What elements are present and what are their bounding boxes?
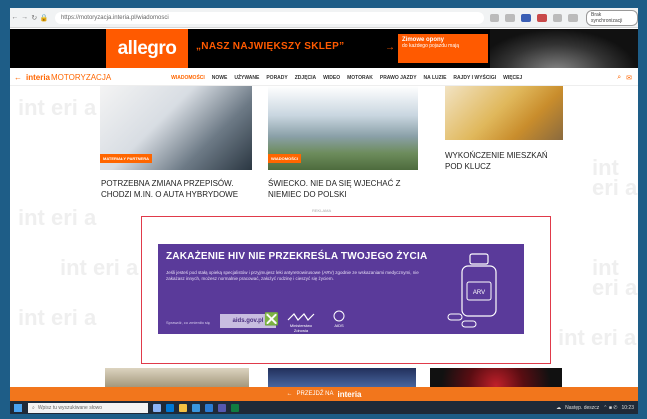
promo-text: do każdego pojazdu mają	[402, 43, 459, 49]
interia-watermark: int eri a	[18, 95, 97, 120]
teams-icon[interactable]	[218, 403, 226, 412]
ministry-logo: Ministerstwo Zdrowia	[286, 312, 316, 333]
system-tray: ☁ Następ. deszcz ⌃ ■ ✆ 10:23	[556, 405, 634, 411]
aids-logo: AIDS	[328, 310, 350, 330]
search-icon: ⌕	[32, 404, 35, 411]
banner-slogan: „NASZ NAJWIĘKSZY SKLEP”	[196, 41, 345, 52]
interia-watermark: int eri a	[60, 255, 139, 280]
go-to-interia-bar[interactable]: ← PRZEJDŹ NA interia	[10, 387, 638, 401]
interia-watermark: int eri a	[558, 325, 637, 350]
collections-icon[interactable]	[568, 13, 578, 22]
nav-back-icon[interactable]: ←	[14, 73, 22, 82]
ministry-logo-text: Ministerstwo Zdrowia	[289, 323, 313, 333]
extension-icon[interactable]	[505, 13, 516, 22]
store-icon[interactable]	[192, 403, 200, 412]
bar-text: PRZEJDŹ NA	[296, 391, 334, 397]
interia-watermark: int eri a	[18, 305, 97, 330]
nav-menu: WIADOMOŚCI NOWE UŻYWANE PORADY ZDJĘCIA W…	[171, 75, 522, 81]
ad-check-label: Sprawdź, co zmieniło się	[166, 320, 211, 325]
nav-item-na-luzie[interactable]: NA LUZIE	[424, 75, 447, 81]
nav-item-rajdy[interactable]: RAJDY I WYŚCIGI	[453, 75, 496, 81]
edge-icon[interactable]	[166, 403, 174, 412]
bottle-label: ARV	[473, 290, 485, 296]
article-tag: WIADOMOŚCI	[268, 154, 301, 163]
section-name[interactable]: MOTORYZACJA	[51, 73, 111, 82]
weather-icon[interactable]: ☁	[556, 405, 561, 411]
article-title[interactable]: ŚWIECKO. NIE DA SIĘ WJECHAĆ Z NIEMIEC DO…	[268, 178, 418, 200]
red-ribbon-icon: ❎	[264, 312, 279, 326]
hiv-awareness-ad[interactable]: ZAKAŻENIE HIV NIE PRZEKREŚLA TWOJEGO ŻYC…	[158, 244, 524, 334]
banner-arrow-icon: →	[385, 42, 395, 53]
mail-icon[interactable]: ✉	[626, 74, 632, 82]
search-icon[interactable]: ⌕	[617, 74, 621, 82]
interia-logo[interactable]: interia	[26, 73, 50, 82]
banner-promo-box[interactable]: Zimowe opony do każdego pojazdu mają	[398, 34, 488, 63]
article-tag: MATERIAŁY PARTNERA	[100, 154, 152, 163]
aids-logo-text: AIDS	[334, 323, 344, 328]
back-icon[interactable]: ←	[10, 14, 20, 21]
sync-button[interactable]: Brak synchronizacji	[586, 9, 638, 26]
interia-watermark: int eri a	[592, 255, 638, 300]
nav-item-wiecej[interactable]: WIĘCEJ	[503, 75, 522, 81]
ad-body-text: Jeśli jesteś pod stałą opieką specjalist…	[166, 270, 419, 281]
extension-icon[interactable]	[489, 13, 500, 22]
allegro-logo[interactable]: allegro	[106, 29, 188, 68]
nav-item-uzywane[interactable]: UŻYWANE	[234, 75, 259, 81]
pills-icon	[447, 313, 477, 328]
article-title[interactable]: POTRZEBNA ZMIANA PRZEPISÓW. CHODZI M.IN.…	[101, 178, 251, 200]
bar-brand: interia	[337, 389, 362, 399]
nav-item-wiadomosci[interactable]: WIADOMOŚCI	[171, 75, 205, 81]
weather-text[interactable]: Następ. deszcz	[565, 405, 599, 411]
extension-icon[interactable]	[521, 13, 531, 22]
reload-icon[interactable]: ↻	[29, 14, 39, 22]
tire-image	[490, 29, 638, 68]
nav-item-motorak[interactable]: MOTORAK	[347, 75, 373, 81]
favorites-icon[interactable]	[552, 13, 563, 22]
extension-icon[interactable]	[536, 13, 547, 22]
task-view-icon[interactable]	[153, 403, 161, 412]
interia-watermark: int eri a	[592, 155, 638, 200]
url-text[interactable]: https://motoryzacja.interia.pl/wiadomosc…	[61, 15, 169, 21]
allegro-banner-ad[interactable]: allegro „NASZ NAJWIĘKSZY SKLEP” → Zimowe…	[10, 29, 638, 68]
nav-item-nowe[interactable]: NOWE	[212, 75, 228, 81]
tray-icons[interactable]: ⌃ ■ ✆	[603, 405, 617, 411]
search-placeholder: Wpisz tu wyszukiwane słowo	[37, 404, 102, 411]
browser-toolbar: ← → ↻ 🔒 https://motoryzacja.interia.pl/w…	[10, 8, 638, 28]
interia-watermark: int eri a	[18, 205, 97, 230]
word-icon[interactable]	[205, 403, 213, 412]
nav-item-prawo-jazdy[interactable]: PRAWO JAZDY	[380, 75, 417, 81]
article-title[interactable]: WYKOŃCZENIE MIESZKAŃ POD KLUCZ	[445, 150, 565, 172]
taskbar-search-input[interactable]: ⌕ Wpisz tu wyszukiwane słowo	[28, 402, 148, 413]
ad-headline: ZAKAŻENIE HIV NIE PRZEKREŚLA TWOJEGO ŻYC…	[166, 251, 428, 262]
address-bar[interactable]: https://motoryzacja.interia.pl/wiadomosc…	[54, 11, 484, 24]
windows-taskbar: ⌕ Wpisz tu wyszukiwane słowo ☁ Następ. d…	[10, 401, 638, 414]
nav-item-zdjecia[interactable]: ZDJĘCIA	[295, 75, 316, 81]
windows-start-icon[interactable]	[14, 403, 22, 412]
clock[interactable]: 10:23	[621, 405, 634, 411]
file-explorer-icon[interactable]	[179, 403, 187, 412]
browser-window: ← → ↻ 🔒 https://motoryzacja.interia.pl/w…	[10, 8, 638, 414]
site-nav: ← interia MOTORYZACJA WIADOMOŚCI NOWE UŻ…	[10, 70, 638, 86]
nav-item-porady[interactable]: PORADY	[266, 75, 287, 81]
nav-item-wideo[interactable]: WIDEO	[323, 75, 340, 81]
bar-arrow-icon: ←	[286, 391, 293, 397]
ad-label: REKLAMA	[312, 208, 332, 213]
excel-icon[interactable]	[231, 403, 239, 412]
article-image-apartment[interactable]	[445, 86, 563, 140]
forward-icon[interactable]: →	[20, 14, 30, 21]
lock-icon: 🔒	[39, 14, 49, 22]
